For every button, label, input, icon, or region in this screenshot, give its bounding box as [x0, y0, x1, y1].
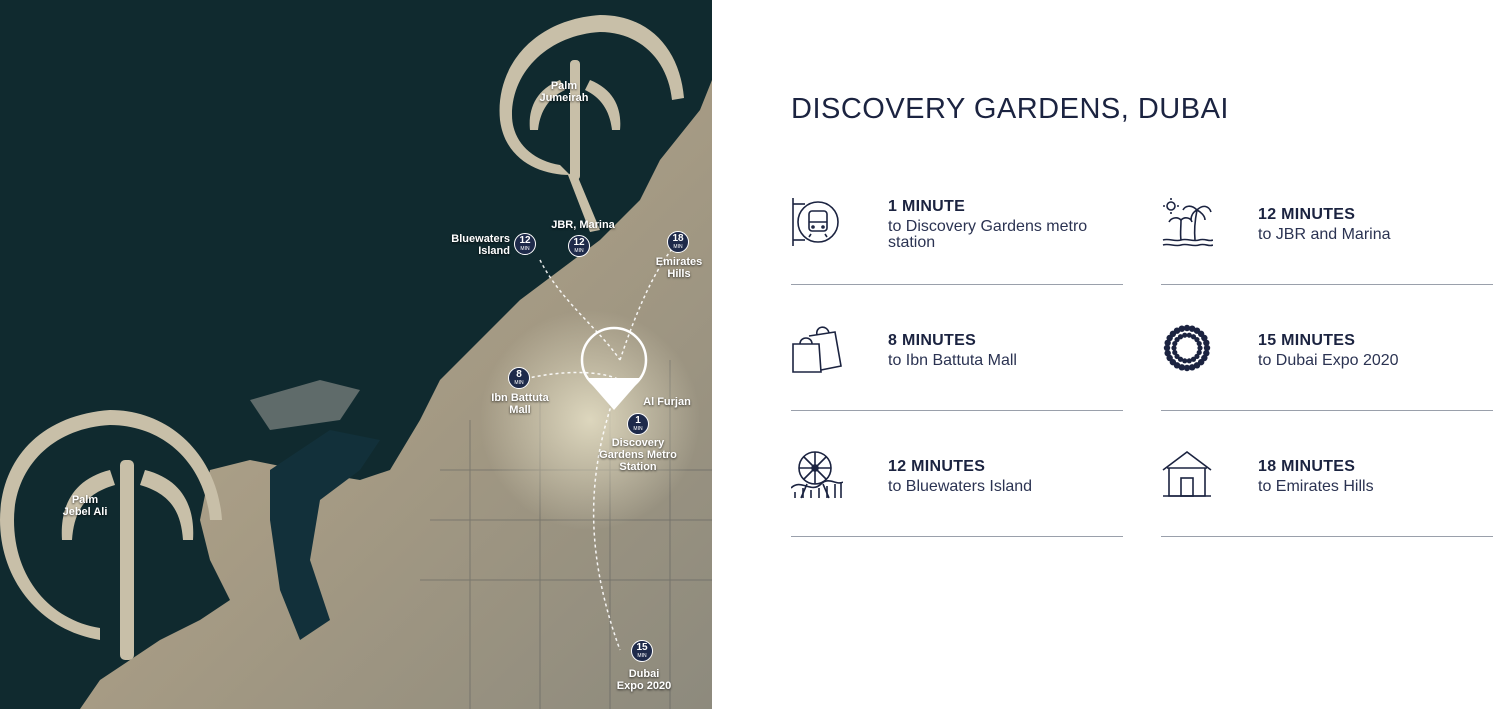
map-label-discovery-metro: Discovery Gardens Metro Station	[599, 437, 677, 473]
expo-ring-dot	[1196, 340, 1202, 347]
item-description: to Bluewaters Island	[888, 478, 1033, 495]
badge-unit: MIN	[514, 380, 524, 386]
ferris-wheel-icon	[791, 451, 843, 499]
expo-ring-icon	[1163, 324, 1211, 372]
divider	[791, 536, 1123, 537]
badge-number: 15	[636, 642, 648, 653]
district-highlight	[480, 310, 700, 530]
expo-ring-dot	[1203, 339, 1210, 347]
badge-metro: 1 MIN	[627, 413, 649, 435]
item-headline: 12 MINUTES	[888, 458, 986, 475]
distance-item-ibn-battuta: 8 MINUTES to Ibn Battuta Mall	[791, 322, 1123, 448]
shopping-bags-icon	[792, 326, 842, 373]
item-headline: 15 MINUTES	[1258, 332, 1356, 349]
map-label-al-furjan: Al Furjan	[643, 396, 691, 408]
badge-unit: MIN	[673, 244, 683, 250]
item-description: to Ibn Battuta Mall	[888, 352, 1017, 369]
divider	[791, 410, 1123, 411]
item-description: to JBR and Marina	[1258, 226, 1391, 243]
badge-emirates-hills: 18 MIN	[667, 231, 689, 253]
item-description: to Dubai Expo 2020	[1258, 352, 1399, 369]
satellite-map: Palm Jumeirah JBR, Marina Bluewaters Isl…	[0, 0, 712, 709]
house-icon	[1162, 451, 1212, 497]
map-label-ibn-battuta: Ibn Battuta Mall	[491, 392, 549, 416]
distance-item-metro: 1 MINUTE to Discovery Gardens metro stat…	[791, 196, 1123, 322]
distance-item-jbr: 12 MINUTES to JBR and Marina	[1161, 196, 1493, 322]
badge-expo: 15 MIN	[631, 640, 653, 662]
info-panel: DISCOVERY GARDENS, DUBAI 1 MINUTE to Dis…	[712, 0, 1500, 709]
item-headline: 8 MINUTES	[888, 332, 977, 349]
badge-jbr: 12 MIN	[568, 235, 590, 257]
item-headline: 18 MINUTES	[1258, 458, 1356, 475]
page-title: DISCOVERY GARDENS, DUBAI	[791, 93, 1229, 125]
map-label-dubai-expo: Dubai Expo 2020	[616, 668, 672, 692]
badge-unit: MIN	[637, 653, 647, 659]
distance-item-emirates-hills: 18 MINUTES to Emirates Hills	[1161, 448, 1493, 574]
map-label-emirates-hills: Emirates Hills	[655, 256, 703, 280]
beach-palm-icon	[1162, 198, 1213, 247]
item-headline: 12 MINUTES	[1258, 206, 1356, 223]
expo-ring-dot	[1172, 349, 1178, 356]
divider	[1161, 536, 1493, 537]
divider	[791, 284, 1123, 285]
badge-number: 18	[672, 233, 684, 244]
expo-ring-dot	[1186, 358, 1192, 364]
metro-icon	[792, 198, 839, 246]
map-label-palm-jumeirah: Palm Jumeirah	[539, 80, 589, 104]
expo-ring-dot	[1182, 332, 1188, 338]
expo-ring-dot	[1171, 345, 1177, 351]
badge-unit: MIN	[574, 248, 584, 254]
badge-unit: MIN	[520, 246, 530, 252]
item-headline: 1 MINUTE	[888, 198, 966, 215]
expo-ring-dot	[1197, 345, 1203, 351]
map-artwork	[0, 0, 712, 709]
badge-unit: MIN	[633, 426, 643, 432]
map-label-palm-jebel-ali: Palm Jebel Ali	[62, 494, 108, 518]
distance-item-bluewaters: 12 MINUTES to Bluewaters Island	[791, 448, 1123, 574]
map-label-bluewaters: Bluewaters Island	[451, 233, 510, 257]
item-description: to Emirates Hills	[1258, 478, 1374, 495]
map-label-jbr-marina: JBR, Marina	[551, 219, 615, 231]
divider	[1161, 410, 1493, 411]
badge-ibn-battuta: 8 MIN	[508, 367, 530, 389]
badge-bluewaters: 12 MIN	[514, 233, 536, 255]
badge-number: 8	[516, 369, 522, 380]
item-description: to Discovery Gardens metro station	[888, 218, 1088, 251]
distance-item-expo: 15 MINUTES to Dubai Expo 2020	[1161, 322, 1493, 448]
badge-number: 12	[519, 235, 531, 246]
divider	[1161, 284, 1493, 285]
badge-number: 12	[573, 237, 585, 248]
badge-number: 1	[635, 415, 641, 426]
